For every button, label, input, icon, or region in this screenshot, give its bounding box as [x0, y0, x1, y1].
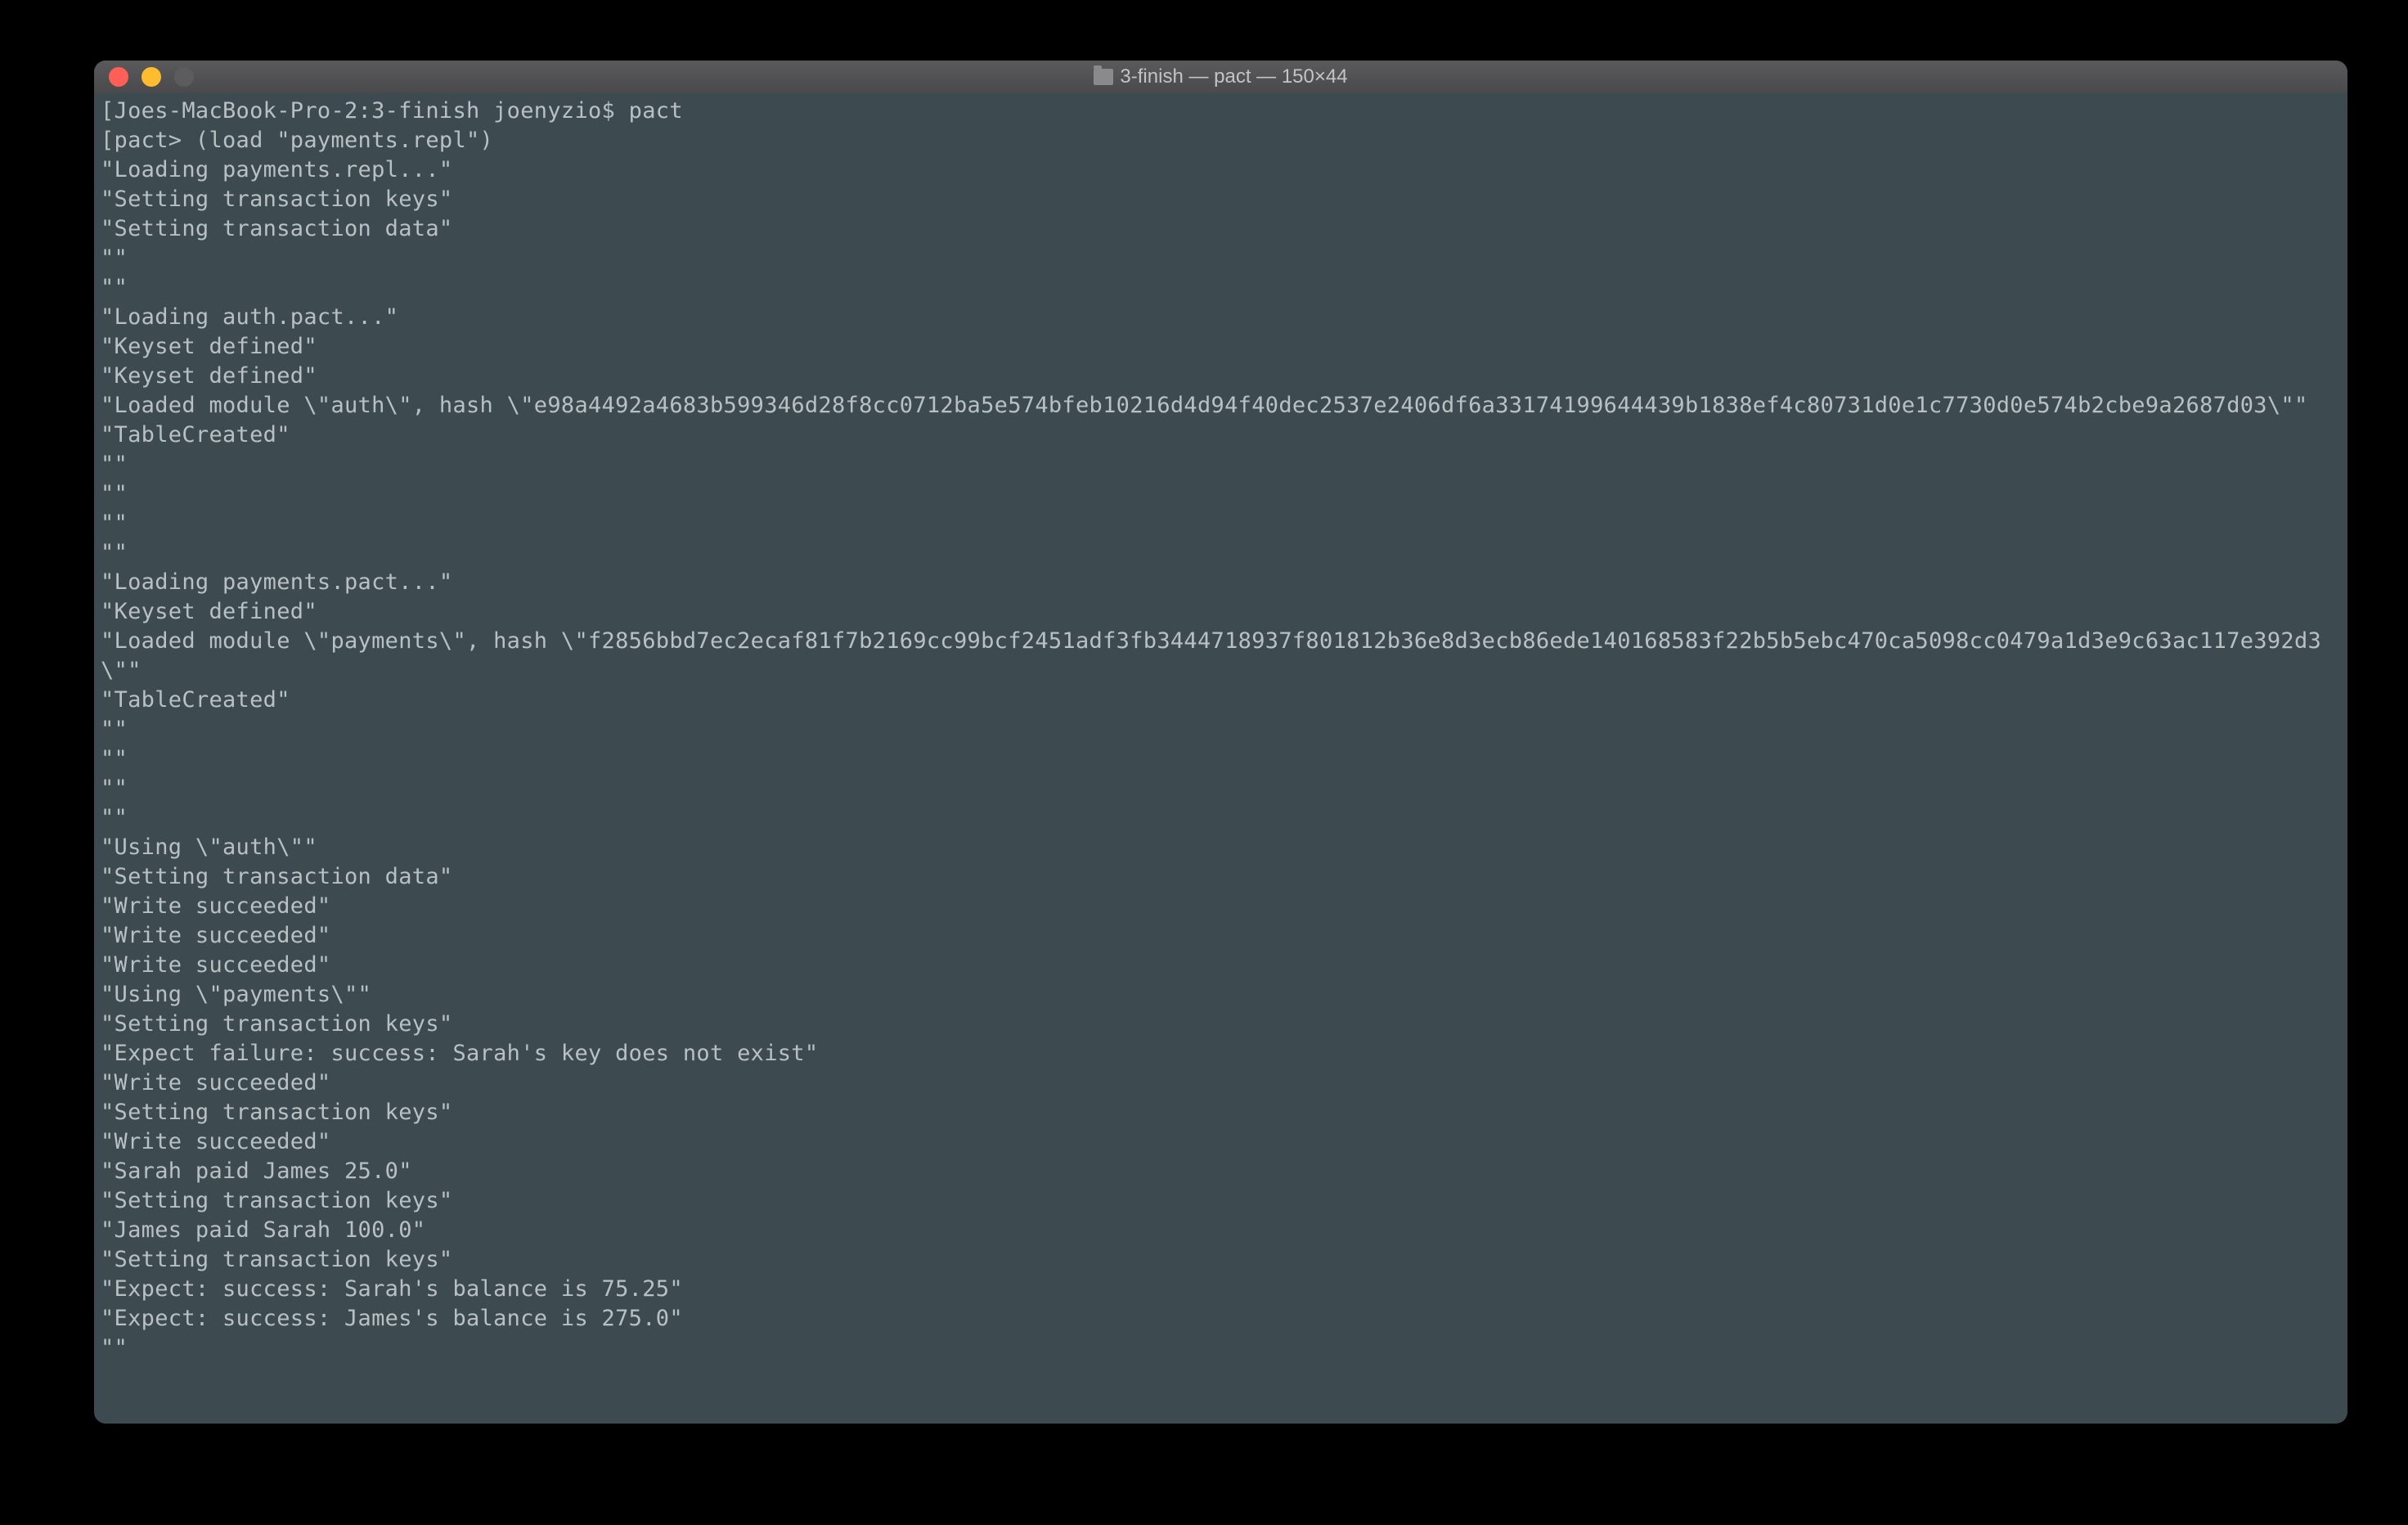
- output-line: "Loaded module \"payments\", hash \"f285…: [101, 627, 2341, 686]
- zoom-button[interactable]: [174, 67, 194, 87]
- output-line: "Loaded module \"auth\", hash \"e98a4492…: [101, 391, 2341, 421]
- output-line: "TableCreated": [101, 421, 2341, 450]
- output-line: "": [101, 745, 2341, 774]
- output-line: "Setting transaction keys": [101, 1186, 2341, 1216]
- output-line: "Sarah paid James 25.0": [101, 1157, 2341, 1186]
- output-line: "Write succeeded": [101, 951, 2341, 980]
- output-line: "Write succeeded": [101, 1127, 2341, 1157]
- output-line: "Loading auth.pact...": [101, 303, 2341, 332]
- title-label: 3-finish — pact — 150×44: [1120, 65, 1347, 88]
- output-line: "Setting transaction keys": [101, 1010, 2341, 1039]
- title-bar[interactable]: 3-finish — pact — 150×44: [94, 61, 2347, 93]
- output-line: "Using \"payments\"": [101, 980, 2341, 1010]
- output-line: "": [101, 244, 2341, 273]
- output-line: "": [101, 715, 2341, 745]
- output-line: "Setting transaction keys": [101, 1245, 2341, 1275]
- output-line: "": [101, 509, 2341, 538]
- output-line: "Expect: success: James's balance is 275…: [101, 1304, 2341, 1334]
- terminal-output: "Loading payments.repl...""Setting trans…: [101, 155, 2341, 1363]
- shell-prompt-line: [Joes-MacBook-Pro-2:3-finish joenyzio$ p…: [101, 97, 2341, 126]
- output-line: "Keyset defined": [101, 332, 2341, 362]
- output-line: "": [101, 803, 2341, 833]
- output-line: "Keyset defined": [101, 597, 2341, 627]
- output-line: "TableCreated": [101, 686, 2341, 715]
- output-line: "Expect failure: success: Sarah's key do…: [101, 1039, 2341, 1068]
- output-line: "Setting transaction keys": [101, 185, 2341, 214]
- output-line: "": [101, 1334, 2341, 1363]
- window-title: 3-finish — pact — 150×44: [94, 65, 2347, 88]
- output-line: "Write succeeded": [101, 1068, 2341, 1098]
- terminal-window[interactable]: 3-finish — pact — 150×44 [Joes-MacBook-P…: [94, 61, 2347, 1424]
- output-line: "Write succeeded": [101, 921, 2341, 951]
- minimize-button[interactable]: [142, 67, 161, 87]
- repl-input-line: [pact> (load "payments.repl"): [101, 126, 2341, 155]
- terminal-body[interactable]: [Joes-MacBook-Pro-2:3-finish joenyzio$ p…: [94, 93, 2347, 1366]
- output-line: "Keyset defined": [101, 362, 2341, 391]
- close-button[interactable]: [109, 67, 128, 87]
- output-line: "Expect: success: Sarah's balance is 75.…: [101, 1275, 2341, 1304]
- output-line: "": [101, 538, 2341, 568]
- output-line: "Setting transaction keys": [101, 1098, 2341, 1127]
- output-line: "Write succeeded": [101, 892, 2341, 921]
- output-line: "Using \"auth\"": [101, 833, 2341, 862]
- traffic-lights: [94, 67, 194, 87]
- output-line: "": [101, 479, 2341, 509]
- output-line: "Setting transaction data": [101, 214, 2341, 244]
- folder-icon: [1094, 69, 1113, 85]
- output-line: "": [101, 774, 2341, 803]
- output-line: "": [101, 450, 2341, 479]
- output-line: "James paid Sarah 100.0": [101, 1216, 2341, 1245]
- output-line: "": [101, 273, 2341, 303]
- output-line: "Setting transaction data": [101, 862, 2341, 892]
- output-line: "Loading payments.repl...": [101, 155, 2341, 185]
- output-line: "Loading payments.pact...": [101, 568, 2341, 597]
